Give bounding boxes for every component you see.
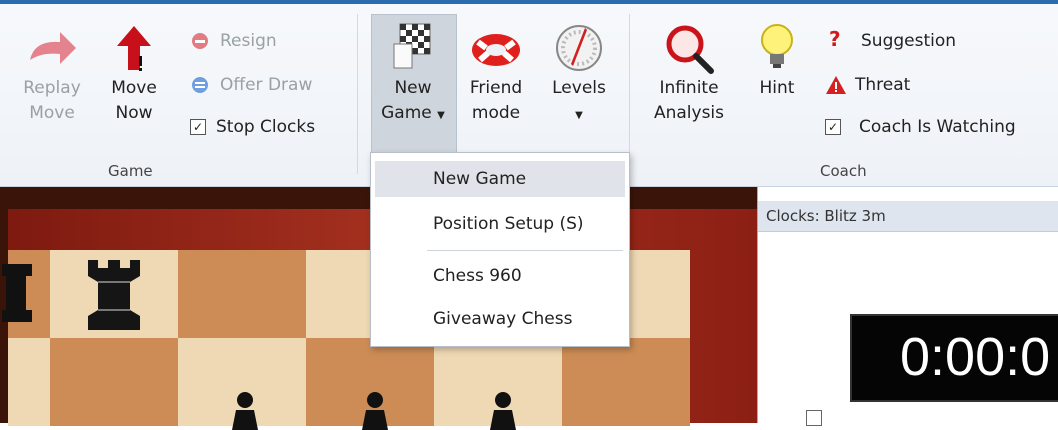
menu-item-label: Position Setup (S): [433, 214, 584, 234]
window-top-accent: [0, 0, 1058, 4]
redo-arrow-icon: [30, 32, 76, 64]
clock-display: 0:00:0: [850, 314, 1058, 402]
hint-label: Hint: [759, 78, 795, 98]
dropdown-caret-icon: ▼: [575, 110, 583, 121]
new-game-label-1: New: [394, 78, 432, 98]
black-pawn-piece[interactable]: [358, 390, 392, 430]
coach-is-watching-checkbox[interactable]: ✓ Coach Is Watching: [825, 114, 1055, 140]
menu-item-new-game[interactable]: New Game: [375, 161, 625, 197]
move-now-arrow-icon: [117, 26, 151, 71]
resign-icon: [192, 33, 208, 49]
magnifier-icon: [666, 25, 714, 74]
coach-group-label: Coach: [820, 162, 867, 180]
board-square[interactable]: [178, 250, 306, 338]
new-game-label-2: Game ▼: [371, 101, 455, 128]
game-group-label: Game: [108, 162, 153, 180]
clocks-panel-title: Clocks: Blitz 3m: [758, 201, 1058, 232]
lifebuoy-icon: [472, 34, 520, 66]
resign-button[interactable]: Resign: [190, 28, 340, 54]
coach-is-watching-check[interactable]: ✓: [825, 119, 841, 135]
infinite-analysis-button[interactable]: Infinite Analysis: [640, 22, 738, 126]
friend-mode-label-2: mode: [471, 103, 521, 123]
threat-label: Threat: [855, 75, 911, 95]
replay-move-button[interactable]: Replay Move: [12, 24, 92, 126]
infinite-analysis-label-2: Analysis: [653, 103, 725, 123]
levels-caret: ▼: [540, 101, 618, 128]
threat-button[interactable]: Threat: [825, 72, 1025, 98]
dropdown-caret-icon: ▼: [437, 110, 445, 121]
offer-draw-icon: [192, 77, 208, 93]
new-game-button[interactable]: New Game ▼: [371, 22, 455, 128]
replay-move-label-2: Move: [29, 103, 75, 123]
move-now-label-2: Now: [115, 103, 153, 123]
ribbon-separator: [357, 14, 358, 174]
chessboard-icon: [393, 23, 431, 69]
warning-triangle-icon: [826, 76, 846, 94]
menu-item-giveaway-chess[interactable]: Giveaway Chess: [375, 301, 625, 337]
stop-clocks-check[interactable]: ✓: [190, 119, 206, 135]
ribbon-separator: [629, 14, 630, 174]
offer-draw-button[interactable]: Offer Draw: [190, 72, 350, 98]
levels-button[interactable]: Levels ▼: [540, 22, 618, 128]
resign-label: Resign: [220, 31, 277, 51]
menu-item-label: Chess 960: [433, 266, 522, 286]
levels-label: Levels: [552, 78, 606, 98]
friend-mode-label-1: Friend: [469, 78, 523, 98]
levels-dial-icon: [556, 25, 602, 71]
move-now-button[interactable]: Move Now: [98, 24, 170, 126]
menu-item-chess-960[interactable]: Chess 960: [375, 258, 625, 294]
menu-item-label: New Game: [433, 169, 527, 189]
menu-item-label: Giveaway Chess: [433, 309, 573, 329]
suggestion-label: Suggestion: [861, 31, 957, 51]
clock-checkbox[interactable]: [806, 410, 822, 426]
black-rook-piece[interactable]: [78, 256, 150, 334]
new-game-dropdown-menu: New Game Position Setup (S) Chess 960 Gi…: [370, 152, 630, 347]
friend-mode-button[interactable]: Friend mode: [455, 22, 537, 126]
stop-clocks-label: Stop Clocks: [216, 117, 316, 137]
move-now-label-1: Move: [111, 78, 157, 98]
new-game-label-2-text: Game: [381, 103, 432, 123]
stop-clocks-checkbox[interactable]: ✓ Stop Clocks: [190, 114, 350, 140]
menu-separator: [427, 250, 623, 251]
hint-button[interactable]: Hint: [748, 22, 806, 101]
infinite-analysis-label-1: Infinite: [659, 78, 719, 98]
clock-time: 0:00:0: [900, 327, 1051, 387]
black-rook-piece[interactable]: [2, 260, 38, 330]
clocks-panel: Clocks: Blitz 3m 0:00:0: [757, 187, 1058, 426]
lightbulb-icon: [761, 24, 793, 68]
board-square[interactable]: [8, 338, 50, 426]
replay-move-label-1: Replay: [23, 78, 81, 98]
board-square[interactable]: [562, 338, 690, 426]
suggestion-button[interactable]: ? Suggestion: [825, 27, 1025, 54]
clocks-panel-title-text: Clocks: Blitz 3m: [766, 207, 886, 225]
offer-draw-label: Offer Draw: [220, 75, 313, 95]
question-mark-icon: ?: [829, 27, 841, 51]
menu-item-position-setup[interactable]: Position Setup (S): [375, 206, 625, 242]
black-pawn-piece[interactable]: [228, 390, 262, 430]
black-pawn-piece[interactable]: [486, 390, 520, 430]
coach-is-watching-label: Coach Is Watching: [859, 117, 1016, 137]
board-square[interactable]: [50, 338, 178, 426]
